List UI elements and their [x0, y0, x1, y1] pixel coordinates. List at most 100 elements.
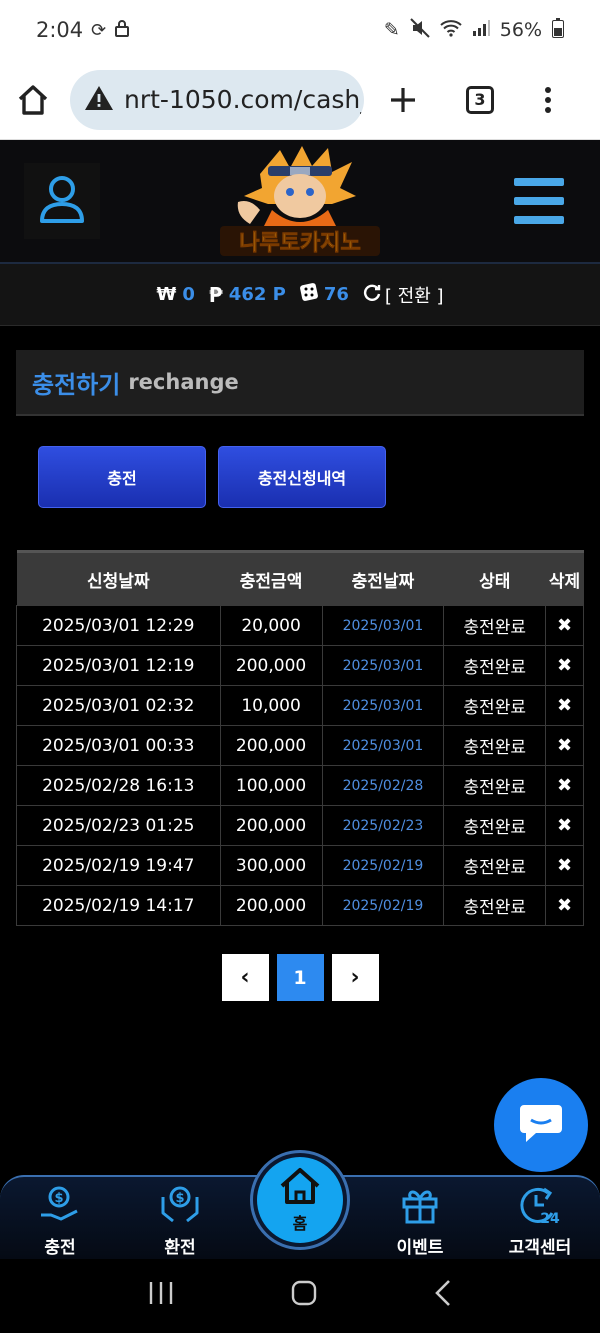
- request-date: 2025/02/28 16:13: [16, 765, 221, 806]
- status: 충전완료: [443, 725, 547, 766]
- delete-icon[interactable]: ✖: [545, 805, 584, 846]
- page-number-button[interactable]: 1: [276, 954, 324, 1001]
- nav-exchange-label: 환전: [164, 1238, 196, 1258]
- request-date: 2025/02/23 01:25: [16, 805, 221, 846]
- page-title-en: rechange: [128, 370, 239, 394]
- clock: 2:04: [36, 18, 84, 42]
- table-row: 2025/03/01 02:32 10,000 2025/03/01 충전완료 …: [16, 685, 584, 726]
- delete-icon[interactable]: ✖: [545, 645, 584, 686]
- convert-button[interactable]: [ 전환 ]: [363, 282, 444, 308]
- charge-history-button[interactable]: 충전신청내역: [218, 446, 386, 508]
- convert-label: [ 전환 ]: [384, 285, 444, 307]
- table-row: 2025/03/01 12:29 20,000 2025/03/01 충전완료 …: [16, 605, 584, 646]
- chat-button[interactable]: [494, 1078, 588, 1172]
- nav-event-label: 이벤트: [396, 1238, 444, 1258]
- amount: 10,000: [219, 685, 323, 726]
- user-button[interactable]: [24, 163, 100, 239]
- svg-text:$: $: [54, 1191, 63, 1206]
- delete-icon[interactable]: ✖: [545, 885, 584, 926]
- point-value: 462 P: [228, 284, 286, 305]
- prev-page-button[interactable]: ‹: [221, 954, 269, 1001]
- gift-icon: [370, 1183, 470, 1227]
- tab-count: 3: [466, 85, 494, 114]
- svg-text:24: 24: [540, 1211, 560, 1225]
- delete-icon[interactable]: ✖: [545, 685, 584, 726]
- nav-support[interactable]: 24 고객센터: [490, 1183, 590, 1258]
- warning-icon[interactable]: [84, 85, 114, 115]
- charge-date: 2025/02/19: [321, 885, 445, 926]
- home-icon[interactable]: [16, 83, 50, 117]
- status: 충전완료: [443, 645, 547, 686]
- chip-value: 76: [323, 284, 349, 305]
- nav-event[interactable]: 이벤트: [370, 1183, 470, 1258]
- battery-icon: [552, 17, 564, 43]
- back-icon[interactable]: [434, 1279, 452, 1314]
- charge-history-table: 신청날짜 충전금액 충전날짜 상태 삭제 2025/03/01 12:29 20…: [16, 550, 584, 926]
- point-icon: ₱: [208, 282, 223, 307]
- amount: 200,000: [219, 805, 323, 846]
- wifi-icon: [440, 19, 462, 42]
- nav-charge[interactable]: $ 충전: [10, 1183, 110, 1258]
- request-date: 2025/02/19 14:17: [16, 885, 221, 926]
- charge-date: 2025/02/19: [321, 845, 445, 886]
- delete-icon[interactable]: ✖: [545, 845, 584, 886]
- svg-text:$: $: [175, 1191, 184, 1206]
- signal-icon: [472, 19, 490, 42]
- recent-apps-icon[interactable]: [148, 1281, 174, 1312]
- browser-toolbar: nrt-1050.com/cash_( 3: [0, 60, 600, 140]
- tab-switcher-button[interactable]: 3: [466, 85, 494, 114]
- battery-level: 56%: [499, 19, 542, 41]
- status-bar: 2:04 ⟳ ✎ 56%: [0, 0, 600, 60]
- request-date: 2025/03/01 00:33: [16, 725, 221, 766]
- nav-home-label: 홈: [292, 1214, 308, 1233]
- page-title-ko: 충전하기: [32, 370, 121, 399]
- table-row: 2025/02/19 19:47 300,000 2025/02/19 충전완료…: [16, 845, 584, 886]
- balance-bar: ₩ 0 ₱ 462 P 76 [ 전환 ]: [0, 264, 600, 326]
- won-icon: ₩: [156, 284, 177, 305]
- lock-icon: [114, 19, 130, 42]
- nav-home[interactable]: 홈: [250, 1150, 350, 1250]
- menu-icon[interactable]: [514, 178, 564, 224]
- pagination: ‹ 1 ›: [0, 954, 600, 1001]
- charge-button[interactable]: 충전: [38, 446, 206, 508]
- home-system-icon[interactable]: [291, 1280, 317, 1313]
- point-balance: ₱ 462 P: [209, 283, 286, 307]
- table-row: 2025/02/19 14:17 200,000 2025/02/19 충전완료…: [16, 885, 584, 926]
- amount: 300,000: [219, 845, 323, 886]
- charge-date: 2025/02/23: [321, 805, 445, 846]
- request-date: 2025/02/19 19:47: [16, 845, 221, 886]
- status: 충전완료: [443, 845, 547, 886]
- nav-charge-label: 충전: [44, 1238, 76, 1258]
- logo-text: 나루토카지노: [239, 231, 360, 256]
- delete-icon[interactable]: ✖: [545, 765, 584, 806]
- next-page-button[interactable]: ›: [331, 954, 379, 1001]
- request-date: 2025/03/01 02:32: [16, 685, 221, 726]
- system-nav-bar: [0, 1259, 600, 1333]
- table-row: 2025/02/23 01:25 200,000 2025/02/23 충전완료…: [16, 805, 584, 846]
- address-bar[interactable]: nrt-1050.com/cash_(: [70, 69, 364, 130]
- home-house-icon: [278, 1166, 322, 1210]
- status: 충전완료: [443, 805, 547, 846]
- new-tab-icon[interactable]: [388, 85, 418, 115]
- status: 충전완료: [443, 605, 547, 646]
- amount: 200,000: [219, 645, 323, 686]
- status: 충전완료: [443, 765, 547, 806]
- chip-icon: [299, 283, 318, 306]
- refresh-icon: [363, 283, 381, 306]
- site-header: 나루토카지노: [0, 140, 600, 264]
- column-header: 충전날짜: [322, 550, 444, 606]
- delete-icon[interactable]: ✖: [545, 605, 584, 646]
- amount: 100,000: [219, 765, 323, 806]
- charge-date: 2025/03/01: [321, 605, 445, 646]
- chat-icon: [518, 1101, 564, 1149]
- more-options-icon[interactable]: [544, 86, 552, 114]
- delete-icon[interactable]: ✖: [545, 725, 584, 766]
- page-title: 충전하기 rechange: [16, 350, 584, 416]
- site-logo[interactable]: 나루토카지노: [220, 144, 380, 260]
- table-header: 신청날짜 충전금액 충전날짜 상태 삭제: [16, 550, 584, 606]
- url-text[interactable]: nrt-1050.com/cash_(: [124, 85, 364, 114]
- won-balance: ₩ 0: [156, 284, 194, 305]
- amount: 200,000: [219, 885, 323, 926]
- nav-exchange[interactable]: $ 환전: [130, 1183, 230, 1258]
- table-row: 2025/03/01 12:19 200,000 2025/03/01 충전완료…: [16, 645, 584, 686]
